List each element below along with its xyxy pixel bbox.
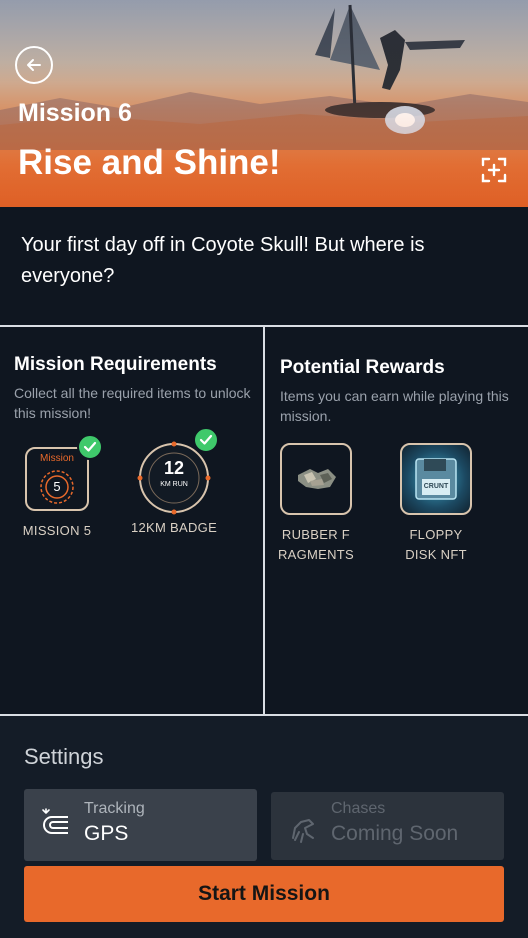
mission-badge-frame: Mission 5: [25, 447, 89, 511]
rewards-subtitle: Items you can earn while playing this mi…: [280, 388, 509, 424]
floppy-disk-icon: [415, 458, 457, 500]
expand-icon: [481, 157, 507, 183]
settings-title: Settings: [24, 744, 104, 769]
badge-value: 12: [163, 458, 185, 478]
rubber-fragments-icon: [298, 469, 336, 489]
reward-item-rubber-fragments[interactable]: RUBBER F RAGMENTS: [273, 443, 359, 565]
chases-value: Coming Soon: [331, 822, 459, 845]
back-arrow-icon: [27, 59, 41, 71]
requirements-subtitle: Collect all the required items to unlock…: [14, 385, 251, 421]
reward-frame: [280, 443, 352, 515]
divider: [263, 326, 265, 716]
tracking-value: GPS: [84, 822, 129, 845]
disk-text: CRUNT: [423, 483, 449, 490]
check-icon: [77, 434, 103, 460]
back-button[interactable]: [15, 46, 53, 84]
gps-track-icon: [42, 808, 68, 834]
badge-top-label: Mission: [40, 453, 74, 464]
reward-label: FLOPPY DISK NFT: [405, 527, 467, 562]
dino-icon: [292, 819, 314, 843]
requirement-label: MISSION 5: [22, 523, 92, 538]
requirements-title: Mission Requirements: [14, 354, 217, 375]
mission-description: Your first day off in Coyote Skull! But …: [21, 234, 425, 287]
check-icon: [193, 427, 219, 453]
chases-label: Chases: [331, 800, 386, 817]
badge-sub: KM RUN: [160, 481, 188, 488]
rewards-title: Potential Rewards: [280, 357, 445, 378]
expand-button[interactable]: [480, 156, 508, 184]
start-mission-button[interactable]: Start Mission: [24, 866, 504, 922]
tracking-label: Tracking: [84, 800, 145, 817]
tracking-option[interactable]: Tracking GPS: [24, 789, 257, 861]
reward-item-floppy-disk-nft[interactable]: CRUNT FLOPPY DISK NFT: [393, 443, 479, 565]
requirement-label: 12KM BADGE: [130, 520, 218, 535]
reward-frame: CRUNT: [400, 443, 472, 515]
chases-option[interactable]: Chases Coming Soon: [271, 792, 504, 860]
mission-number: Mission 6: [18, 99, 132, 127]
requirement-item-mission-5[interactable]: Mission 5 MISSION 5: [21, 447, 93, 541]
requirement-item-12km-badge[interactable]: 12 KM RUN 12KM BADGE: [128, 440, 220, 538]
reward-label: RUBBER F RAGMENTS: [277, 527, 355, 562]
mission-title: Rise and Shine!: [18, 143, 281, 182]
badge-value: 5: [53, 479, 61, 494]
